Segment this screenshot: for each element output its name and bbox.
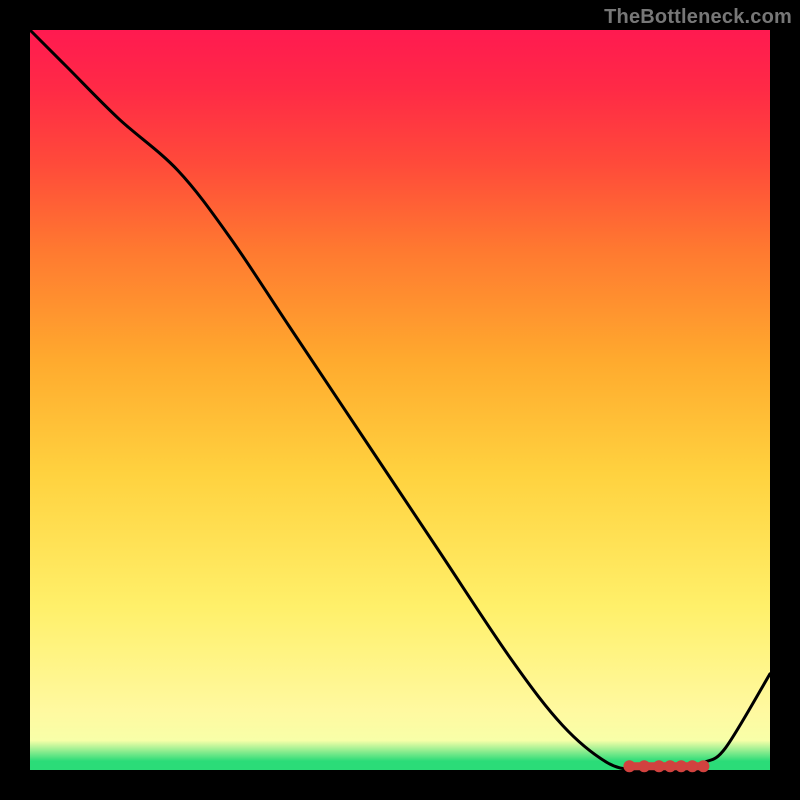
chart-overlay xyxy=(30,30,770,770)
optimal-point-marker xyxy=(698,761,709,772)
optimal-point-marker xyxy=(665,761,676,772)
optimal-range-markers xyxy=(624,761,709,772)
optimal-point-marker xyxy=(624,761,635,772)
optimal-point-marker xyxy=(639,761,650,772)
optimal-point-marker xyxy=(687,761,698,772)
optimal-point-marker xyxy=(676,761,687,772)
watermark-text: TheBottleneck.com xyxy=(604,6,792,29)
chart-frame: TheBottleneck.com xyxy=(0,0,800,800)
optimal-point-marker xyxy=(654,761,665,772)
bottleneck-curve xyxy=(30,30,770,771)
